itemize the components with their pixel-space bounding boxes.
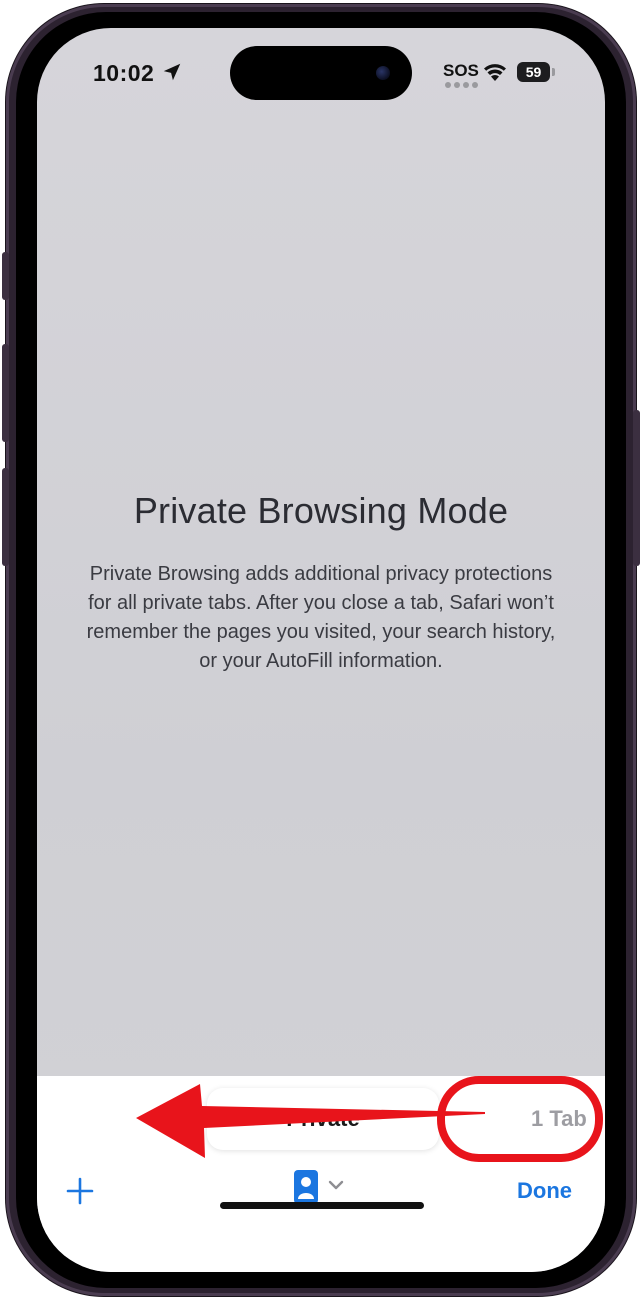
carrier-sos: SOS [443,61,479,80]
location-arrow-icon [163,63,181,81]
wifi-icon [484,64,506,81]
camera-icon [376,66,390,80]
battery-level: 59 [517,62,550,82]
battery-icon: 59 [517,62,555,82]
tab-toolbar: Private 1 Tab Done [37,1076,605,1272]
home-indicator [220,1202,424,1209]
page-title: Private Browsing Mode [133,490,509,531]
plus-icon[interactable] [65,1176,95,1206]
signal-dots-icon [445,82,478,88]
private-tab-group-label: Private [286,1106,360,1131]
tab-group-icon[interactable] [292,1168,352,1206]
screen: 10:02 SOS 59 Private Browsing Mode Priva… [37,28,605,1272]
page-description: Private Browsing adds additional privacy… [86,563,556,672]
tab-count-button[interactable]: 1 Tab [531,1106,587,1132]
status-time: 10:02 [93,60,155,86]
power-button [633,410,640,566]
volume-down-button [2,468,9,566]
volume-up-button [2,344,9,442]
action-button [2,252,9,300]
private-tab-group-button[interactable]: Private [207,1088,439,1150]
dynamic-island [230,46,412,100]
done-button[interactable]: Done [517,1178,572,1204]
